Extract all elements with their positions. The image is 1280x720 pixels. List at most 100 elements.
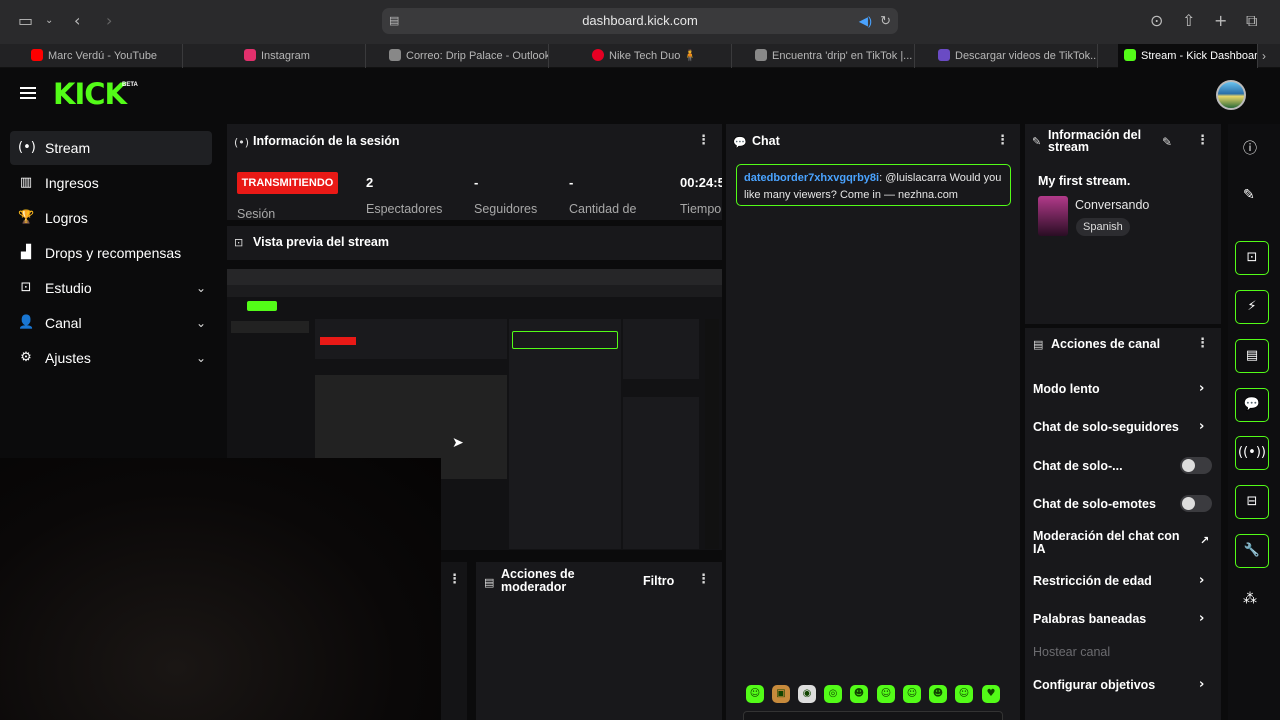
emote-2[interactable]: ▣ [772, 685, 790, 703]
filter-button[interactable]: Filtro [643, 574, 674, 588]
emote-9[interactable]: ☺ [955, 685, 973, 703]
action-palabras-baneadas[interactable]: Palabras baneadas [1033, 613, 1193, 626]
chevron-down-icon[interactable]: ⌄ [45, 12, 53, 30]
action-configurar-objetivos[interactable]: Configurar objetivos [1033, 679, 1193, 692]
emote-4[interactable]: ◎ [824, 685, 842, 703]
more-options-icon[interactable]: ⋮ [1196, 336, 1209, 351]
forward-icon[interactable]: › [106, 12, 112, 30]
sidebar-item-ajustes[interactable]: ⚙ Ajustes ⌄ [10, 341, 212, 375]
outlook-icon [389, 49, 401, 61]
category-thumbnail [1038, 196, 1068, 236]
chevron-right-icon[interactable]: › [1199, 611, 1204, 626]
download-icon[interactable]: ⊙ [1150, 12, 1163, 30]
time-label: Tiempo [680, 202, 722, 216]
chevron-right-icon[interactable]: › [1199, 419, 1204, 434]
wrench-icon: ✎ [1032, 135, 1042, 148]
youtube-icon [31, 49, 43, 61]
edit-icon[interactable]: ✎ [1162, 135, 1172, 149]
address-bar[interactable]: ▤ dashboard.kick.com ◀) ↻ [382, 8, 898, 34]
lightning-icon[interactable]: ⚡ [1235, 290, 1269, 324]
more-options-icon[interactable]: ⋮ [697, 133, 710, 148]
tab-youtube[interactable]: Marc Verdú - YouTube [25, 44, 183, 68]
action-solo-seguidores[interactable]: Chat de solo-seguidores [1033, 421, 1193, 434]
action-moderacion-ia[interactable]: Moderación del chat con IA [1033, 530, 1193, 556]
solo-emotes-toggle[interactable] [1180, 495, 1212, 512]
solo-subs-toggle[interactable] [1180, 457, 1212, 474]
chat-icon[interactable]: 💬 [1235, 388, 1269, 422]
wrench-icon[interactable]: 🔧 [1235, 534, 1269, 568]
tab-tiktok-download[interactable]: Descargar videos de TikTok... [932, 44, 1098, 68]
hamburger-menu-icon[interactable] [20, 87, 36, 99]
emote-7[interactable]: ☺ [903, 685, 921, 703]
category-name[interactable]: Conversando [1075, 198, 1149, 212]
sidebar-item-label: Logros [45, 210, 88, 226]
notes-icon[interactable]: ▤ [1235, 339, 1269, 373]
more-options-icon[interactable]: ⋮ [1196, 133, 1209, 148]
tab-kick-dashboard[interactable]: Stream - Kick Dashboard [1118, 44, 1258, 68]
emote-3[interactable]: ◉ [798, 685, 816, 703]
tab-overview-icon[interactable]: ⧉ [1246, 12, 1257, 30]
edit-icon[interactable]: ✎ [1243, 187, 1255, 203]
sidebar-item-canal[interactable]: 👤 Canal ⌄ [10, 306, 212, 340]
reload-icon[interactable]: ↻ [880, 8, 891, 34]
tab-label: Descargar videos de TikTok... [955, 50, 1098, 62]
action-solo-emotes: Chat de solo-emotes [1033, 497, 1156, 511]
chevron-right-icon[interactable]: › [1199, 677, 1204, 692]
reader-icon[interactable]: ▤ [389, 8, 399, 34]
panel-title: Vista previa del stream [253, 235, 389, 249]
sidebar-item-estudio[interactable]: ⊡ Estudio ⌄ [10, 271, 212, 305]
tab-label: Marc Verdú - YouTube [48, 50, 158, 62]
preview-logo [247, 301, 277, 311]
emote-5[interactable]: ☻ [850, 685, 868, 703]
tab-label: Encuentra 'drip' en TikTok |... [772, 50, 913, 62]
external-link-icon[interactable]: ↗ [1200, 534, 1209, 547]
tab-instagram[interactable]: Instagram [238, 44, 366, 68]
more-options-icon[interactable]: ⋮ [996, 133, 1009, 148]
more-options-icon[interactable]: ⋮ [448, 572, 461, 587]
audio-icon[interactable]: ◀) [859, 8, 872, 34]
tab-pinterest[interactable]: Nike Tech Duo 🧍 [586, 44, 732, 68]
sidebar-item-drops[interactable]: ▟ Drops y recompensas [10, 236, 212, 270]
sidebar-item-label: Ingresos [45, 175, 99, 191]
tab-tiktok-search[interactable]: Encuentra 'drip' en TikTok |... [749, 44, 915, 68]
dots-icon[interactable]: ⁂ [1243, 591, 1257, 607]
studio-icon: ⊡ [20, 280, 32, 295]
tab-label: Nike Tech Duo 🧍 [609, 50, 698, 62]
chevron-right-icon[interactable]: › [1199, 573, 1204, 588]
emote-1[interactable]: ☺ [746, 685, 764, 703]
chevron-right-icon[interactable]: › [1199, 381, 1204, 396]
broadcast-icon[interactable]: ((•)) [1235, 436, 1269, 470]
time-value: 00:24:5 [680, 175, 722, 190]
kick-logo[interactable]: KICK [53, 79, 127, 109]
sidebar-toggle-icon[interactable]: ▭ [18, 12, 33, 30]
sidebar-item-ingresos[interactable]: ▥ Ingresos [10, 166, 212, 200]
action-restriccion-edad[interactable]: Restricción de edad [1033, 575, 1193, 588]
emote-8[interactable]: ☻ [929, 685, 947, 703]
followers-label: Seguidores [474, 202, 538, 216]
chevron-down-icon: ⌄ [195, 351, 206, 365]
user-avatar[interactable] [1216, 80, 1246, 110]
url-text: dashboard.kick.com [582, 13, 698, 28]
tabs-overflow-icon[interactable]: › [1262, 44, 1266, 68]
chat-message[interactable]: datedborder7xhxvgqrby8i: @luislacarra Wo… [736, 164, 1011, 206]
viewers-label: Espectadores [366, 202, 443, 216]
more-options-icon[interactable]: ⋮ [697, 572, 710, 587]
chat-input[interactable] [743, 711, 1003, 720]
share-icon[interactable]: ⇧ [1182, 12, 1195, 30]
new-tab-icon[interactable]: + [1214, 12, 1227, 30]
sidebar-item-logros[interactable]: 🏆 Logros [10, 201, 212, 235]
back-icon[interactable]: ‹ [74, 12, 80, 30]
chat-username[interactable]: datedborder7xhxvgqrby8i [744, 172, 879, 184]
layout-icon[interactable]: ⊟ [1235, 485, 1269, 519]
screen-icon[interactable]: ⊡ [1235, 241, 1269, 275]
emote-10[interactable]: ♥ [982, 685, 1000, 703]
action-modo-lento[interactable]: Modo lento [1033, 383, 1193, 396]
emote-6[interactable]: ☺ [877, 685, 895, 703]
tab-outlook[interactable]: Correo: Drip Palace - Outlook [383, 44, 549, 68]
panel-title: Chat [752, 134, 780, 148]
kick-icon [1124, 49, 1136, 61]
tab-label: Correo: Drip Palace - Outlook [406, 50, 549, 62]
trophy-icon: 🏆 [18, 210, 35, 225]
sidebar-item-stream[interactable]: (•) Stream [10, 131, 212, 165]
info-icon[interactable]: ⓘ [1243, 138, 1257, 158]
